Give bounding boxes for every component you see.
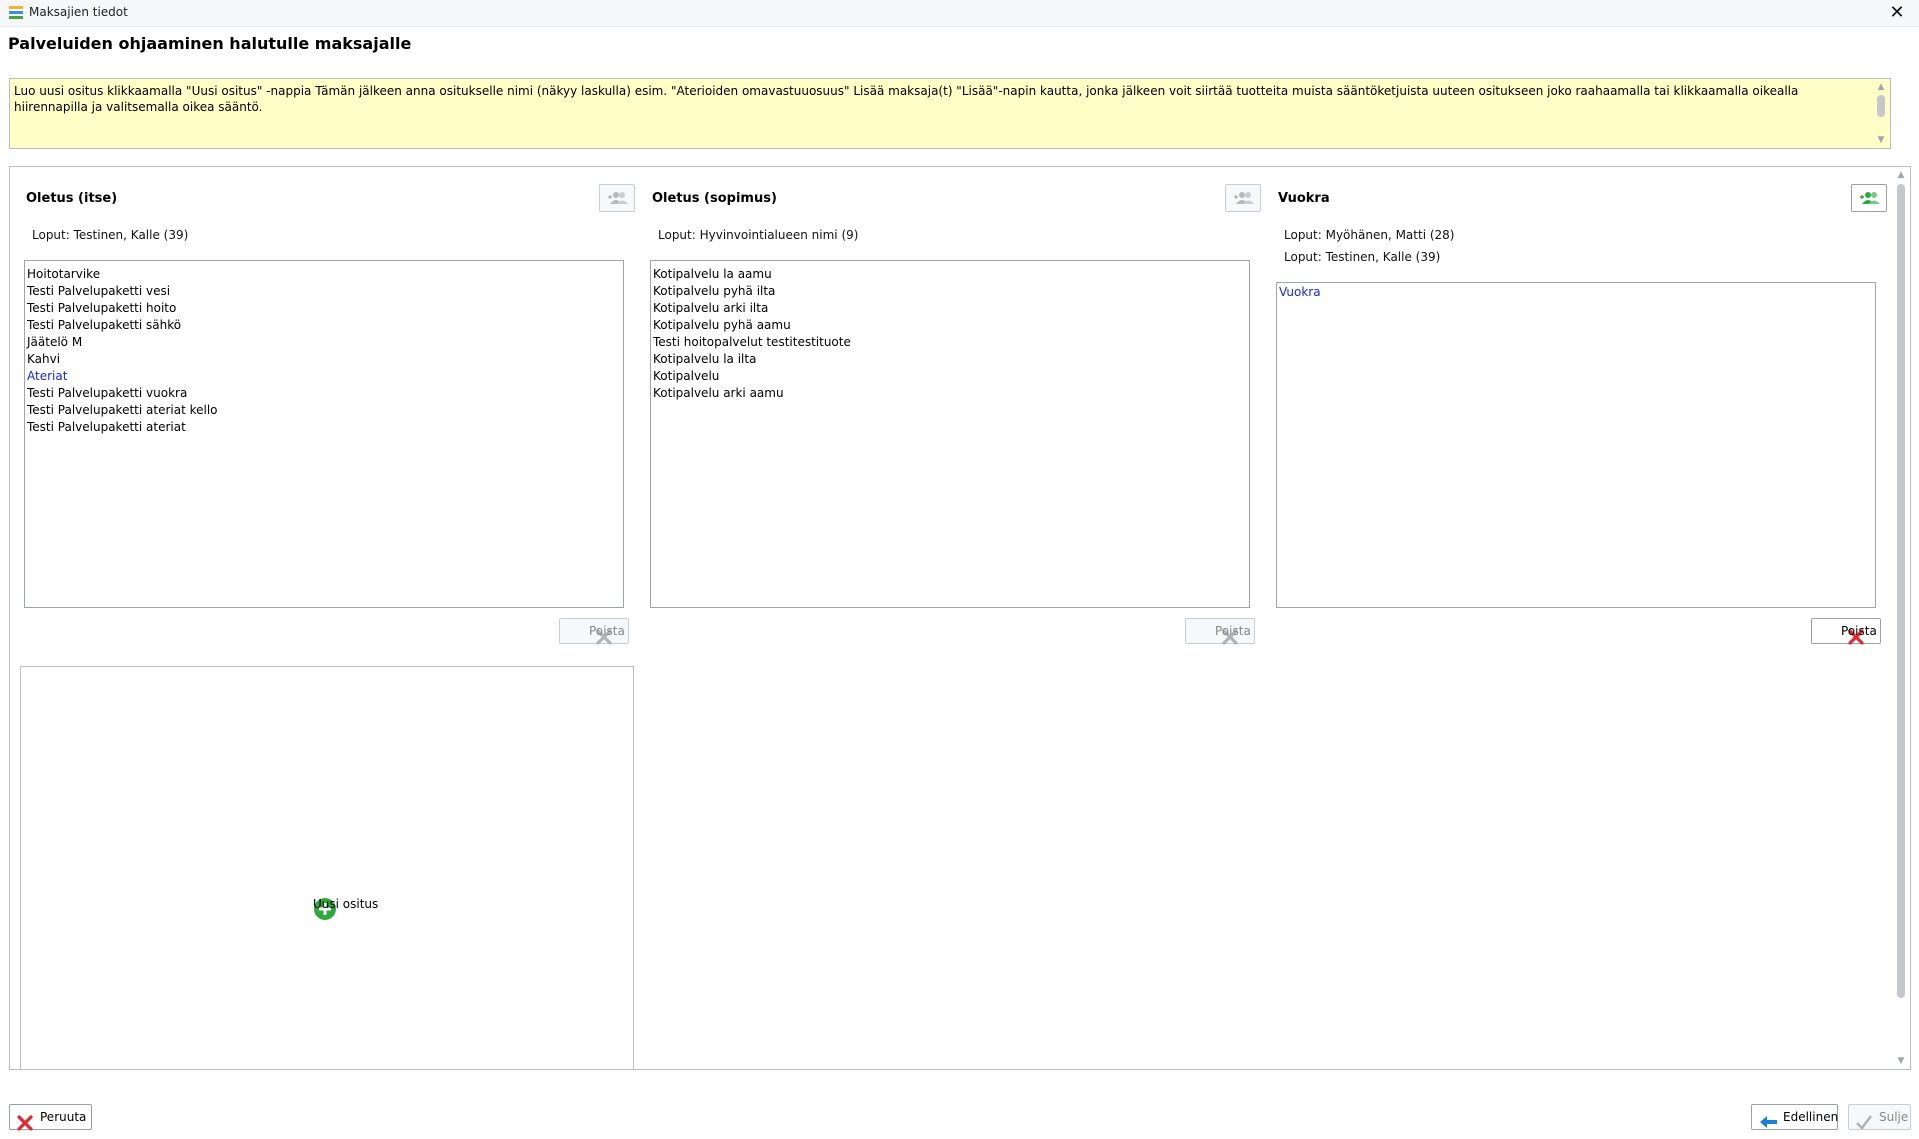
product-list[interactable]: Vuokra [1276, 282, 1876, 608]
close-label: Sulje [1879, 1110, 1909, 1124]
close-icon: ✕ [1889, 2, 1905, 23]
scroll-thumb[interactable] [1877, 95, 1885, 117]
split-title: Oletus (itse) [26, 191, 118, 206]
list-item[interactable]: Testi Palvelupaketti ateriat kello [25, 402, 623, 419]
delete-split-button[interactable]: Poista [1811, 618, 1881, 645]
close-window-button[interactable]: ✕ [1883, 0, 1911, 26]
new-split-label: Uusi ositus [313, 897, 379, 911]
window-titlebar: Maksajien tiedot ✕ [0, 0, 1919, 27]
scroll-down-icon[interactable]: ▼ [1875, 134, 1887, 146]
scroll-down-icon[interactable]: ▼ [1895, 1055, 1907, 1067]
list-item[interactable]: Kotipalvelu la aamu [651, 266, 1249, 283]
list-item[interactable]: Testi Palvelupaketti ateriat [25, 419, 623, 436]
cancel-label: Peruuta [40, 1110, 87, 1124]
scroll-thumb[interactable] [1897, 184, 1905, 998]
instructions-text: Luo uusi ositus klikkaamalla "Uusi ositu… [14, 84, 1799, 114]
list-item[interactable]: Testi hoitopalvelut testitestituote [651, 334, 1249, 351]
back-button[interactable]: Edellinen [1751, 1104, 1838, 1130]
scroll-up-icon[interactable]: ▲ [1875, 81, 1887, 93]
payer-label: Loput: Testinen, Kalle (39) [1284, 250, 1441, 264]
delete-split-button[interactable]: Poista [559, 618, 629, 645]
split-column-default-contract: Oletus (sopimus) Loput: Hyvinvointialuee… [646, 167, 1261, 645]
add-payer-button[interactable] [599, 184, 635, 212]
list-item[interactable]: Kotipalvelu pyhä aamu [651, 317, 1249, 334]
add-payer-button[interactable] [1225, 184, 1261, 212]
list-item[interactable]: Kotipalvelu arki aamu [651, 385, 1249, 402]
close-button[interactable]: Sulje [1848, 1104, 1911, 1130]
list-item[interactable]: Kotipalvelu [651, 368, 1249, 385]
splits-scrollbar[interactable]: ▲ ▼ [1893, 168, 1909, 1068]
add-payer-button[interactable] [1851, 184, 1887, 212]
window-title: Maksajien tiedot [29, 5, 128, 19]
splits-panel: Oletus (itse) Loput: Testinen, Kalle (39… [9, 166, 1911, 1070]
new-split-panel: Uusi ositus [20, 666, 634, 1069]
split-title: Vuokra [1278, 191, 1330, 206]
split-title: Oletus (sopimus) [652, 191, 777, 206]
delete-label: Poista [589, 624, 625, 638]
back-label: Edellinen [1783, 1110, 1839, 1124]
instructions-scrollbar[interactable]: ▲ ▼ [1873, 80, 1889, 147]
instructions-box: Luo uusi ositus klikkaamalla "Uusi ositu… [9, 78, 1891, 149]
delete-label: Poista [1841, 624, 1877, 638]
cancel-button[interactable]: Peruuta [9, 1104, 92, 1131]
payer-label: Loput: Testinen, Kalle (39) [32, 228, 189, 242]
app-stack-icon [9, 6, 23, 23]
list-item[interactable]: Kotipalvelu arki ilta [651, 300, 1249, 317]
delete-label: Poista [1215, 624, 1251, 638]
list-item[interactable]: Kotipalvelu pyhä ilta [651, 283, 1249, 300]
list-item[interactable]: Hoitotarvike [25, 266, 623, 283]
list-item[interactable]: Testi Palvelupaketti vuokra [25, 385, 623, 402]
list-item[interactable]: Ateriat [25, 368, 623, 385]
payer-label: Loput: Hyvinvointialueen nimi (9) [658, 228, 859, 242]
list-item[interactable]: Kotipalvelu la ilta [651, 351, 1249, 368]
list-item[interactable]: Vuokra [1277, 284, 1875, 301]
product-list[interactable]: Hoitotarvike Testi Palvelupaketti vesi T… [24, 260, 624, 608]
scroll-up-icon[interactable]: ▲ [1895, 169, 1907, 181]
list-item[interactable]: Testi Palvelupaketti vesi [25, 283, 623, 300]
list-item[interactable]: Testi Palvelupaketti hoito [25, 300, 623, 317]
list-item[interactable]: Testi Palvelupaketti sähkö [25, 317, 623, 334]
split-column-default-self: Oletus (itse) Loput: Testinen, Kalle (39… [20, 167, 635, 645]
page-title: Palveluiden ohjaaminen halutulle maksaja… [8, 34, 412, 53]
split-column-rent: Vuokra Loput: Myöhänen, Matti (28) Loput… [1272, 167, 1887, 645]
delete-split-button[interactable]: Poista [1185, 618, 1255, 645]
list-item[interactable]: Kahvi [25, 351, 623, 368]
product-list[interactable]: Kotipalvelu la aamu Kotipalvelu pyhä ilt… [650, 260, 1250, 608]
list-item[interactable]: Jäätelö M [25, 334, 623, 351]
payer-label: Loput: Myöhänen, Matti (28) [1284, 228, 1455, 242]
